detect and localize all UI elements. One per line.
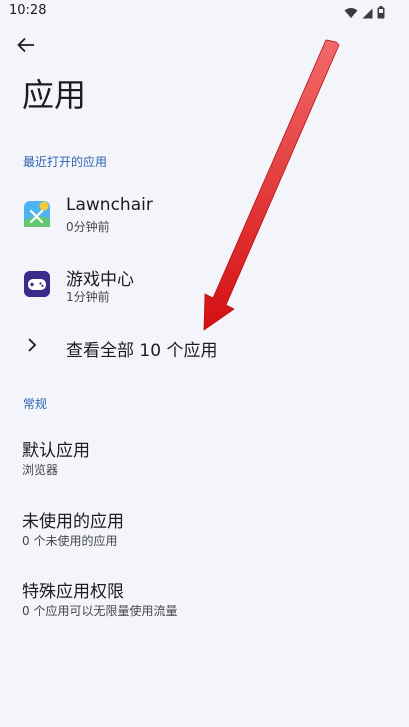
- app-name: 游戏中心: [66, 270, 134, 290]
- setting-title: 未使用的应用: [22, 512, 124, 532]
- unused-apps-item[interactable]: 未使用的应用 0 个未使用的应用: [0, 507, 409, 567]
- setting-subtitle: 浏览器: [22, 463, 59, 477]
- arrow-left-icon: [17, 37, 35, 57]
- app-last-used: 0分钟前: [66, 220, 110, 234]
- default-apps-item[interactable]: 默认应用 浏览器: [0, 436, 409, 496]
- see-all-apps-label: 查看全部 10 个应用: [66, 341, 218, 361]
- lawnchair-icon: [24, 201, 50, 227]
- app-name: Lawnchair: [66, 195, 153, 215]
- section-header-recent: 最近打开的应用: [23, 155, 108, 169]
- status-time: 10:28: [9, 3, 47, 18]
- recent-app-game-center[interactable]: 游戏中心 1分钟前: [0, 252, 409, 318]
- setting-subtitle: 0 个应用可以无限量使用流量: [22, 604, 178, 618]
- page-title: 应用: [22, 76, 87, 114]
- see-all-apps-button[interactable]: 查看全部 10 个应用: [0, 325, 409, 369]
- setting-title: 特殊应用权限: [22, 582, 124, 602]
- game-center-icon: [24, 271, 50, 297]
- setting-subtitle: 0 个未使用的应用: [22, 534, 118, 548]
- setting-title: 默认应用: [22, 441, 90, 461]
- status-bar: 10:28: [0, 0, 409, 24]
- app-last-used: 1分钟前: [66, 290, 110, 304]
- status-icons: [344, 4, 385, 23]
- recent-app-lawnchair[interactable]: Lawnchair 0分钟前: [0, 182, 409, 248]
- signal-icon: [362, 4, 373, 23]
- wifi-icon: [344, 4, 358, 23]
- battery-icon: [377, 4, 385, 23]
- back-button[interactable]: [10, 34, 42, 60]
- section-header-general: 常规: [23, 397, 48, 411]
- special-app-access-item[interactable]: 特殊应用权限 0 个应用可以无限量使用流量: [0, 577, 409, 637]
- chevron-right-icon: [26, 337, 38, 357]
